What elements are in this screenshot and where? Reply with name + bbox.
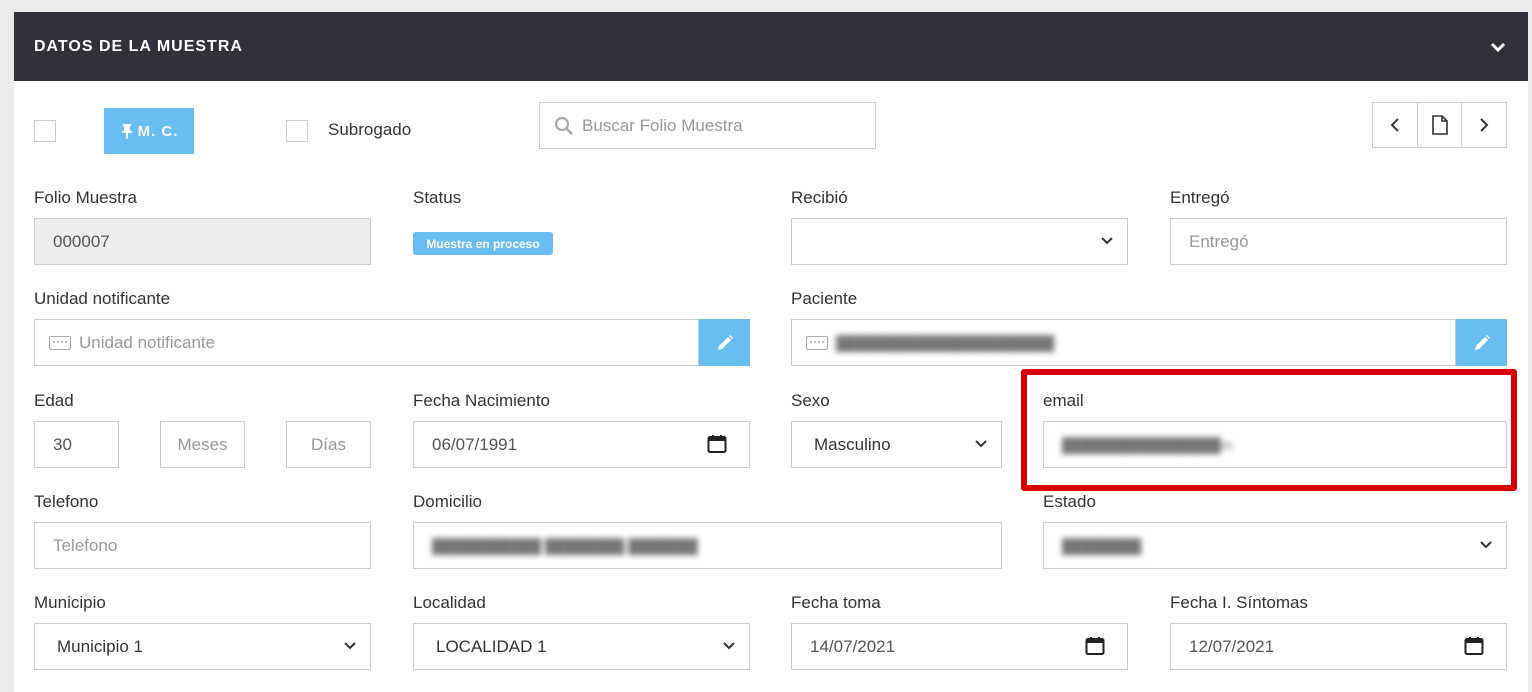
search-icon [554,116,573,135]
fecha-nacimiento-value: 06/07/1991 [432,434,518,454]
fecha-nacimiento-input[interactable]: 06/07/1991 [413,421,750,468]
new-document-button[interactable] [1418,103,1463,147]
chevron-right-icon [1480,118,1489,132]
panel-header[interactable]: DATOS DE LA MUESTRA [14,12,1528,81]
telefono-placeholder: Telefono [53,535,118,555]
subrogado-label: Subrogado [328,120,412,139]
edit-paciente-button[interactable] [1456,319,1507,366]
edad-months-input[interactable]: Meses [160,421,245,468]
pin-icon [121,124,132,139]
folio-field: 000007 [34,218,371,265]
sexo-label: Sexo [791,391,830,410]
pencil-icon [717,334,733,350]
record-navigation [1372,102,1507,148]
domicilio-input[interactable]: ███████████ ████████ ███████ [413,522,1002,569]
municipio-value: Municipio 1 [57,636,143,656]
sexo-select[interactable]: Masculino [791,421,1002,468]
sexo-value: Masculino [814,434,891,454]
domicilio-value: ███████████ ████████ ███████ [432,537,698,554]
folio-value: 000007 [53,231,110,251]
fecha-nacimiento-label: Fecha Nacimiento [413,391,551,410]
chevron-down-icon [1101,237,1113,245]
previous-button[interactable] [1373,103,1418,147]
paciente-value: ██████████████████████ [836,334,1055,351]
recibio-select[interactable] [791,218,1128,265]
telefono-label: Telefono [34,492,99,511]
edad-value: 30 [53,434,72,454]
dias-placeholder: Días [311,434,346,454]
select-checkbox[interactable] [34,120,56,142]
fecha-sintomas-value: 12/07/2021 [1189,636,1275,656]
edad-years-input[interactable]: 30 [34,421,119,468]
folio-label: Folio Muestra [34,188,137,207]
localidad-select[interactable]: LOCALIDAD 1 [413,623,750,670]
meses-placeholder: Meses [177,434,228,454]
chevron-down-icon [344,642,356,650]
calendar-icon[interactable] [707,434,727,454]
pencil-icon [1474,334,1490,350]
localidad-label: Localidad [413,593,486,612]
recibio-label: Recibió [791,188,848,207]
municipio-label: Municipio [34,593,106,612]
fecha-toma-input[interactable]: 14/07/2021 [791,623,1128,670]
mc-label: M. C. [137,122,179,140]
chevron-left-icon [1390,118,1399,132]
keyboard-icon [806,335,828,350]
search-placeholder: Buscar Folio Muestra [582,115,743,135]
fecha-sintomas-input[interactable]: 12/07/2021 [1170,623,1507,670]
search-folio-input[interactable]: Buscar Folio Muestra [539,102,876,149]
edad-days-input[interactable]: Días [286,421,371,468]
fecha-toma-value: 14/07/2021 [810,636,896,656]
entrego-input[interactable]: Entregó [1170,218,1507,265]
calendar-icon[interactable] [1085,636,1105,656]
email-highlight-box [1021,369,1517,491]
estado-select[interactable]: ████████ [1043,522,1507,569]
document-icon [1431,115,1448,135]
estado-value: ████████ [1062,537,1142,554]
chevron-down-icon [975,440,987,448]
subrogado-checkbox[interactable] [286,120,308,142]
next-button[interactable] [1462,103,1506,147]
domicilio-label: Domicilio [413,492,482,511]
entrego-placeholder: Entregó [1189,231,1249,251]
panel-title: DATOS DE LA MUESTRA [34,38,243,55]
paciente-label: Paciente [791,289,858,308]
municipio-select[interactable]: Municipio 1 [34,623,371,670]
chevron-down-icon [723,642,735,650]
chevron-down-icon [1480,541,1492,549]
keyboard-icon [49,335,71,350]
unidad-input[interactable]: Unidad notificante [34,319,699,366]
fecha-sintomas-label: Fecha I. Síntomas [1170,593,1308,612]
entrego-label: Entregó [1170,188,1230,207]
status-badge: Muestra en proceso [413,232,553,255]
chevron-down-icon[interactable] [1490,39,1506,55]
fecha-toma-label: Fecha toma [791,593,881,612]
unidad-placeholder: Unidad notificante [79,332,216,352]
status-label: Status [413,188,462,207]
mc-button[interactable]: M. C. [104,108,194,154]
unidad-label: Unidad notificante [34,289,171,308]
localidad-value: LOCALIDAD 1 [436,636,547,656]
calendar-icon[interactable] [1464,636,1484,656]
edad-label: Edad [34,391,74,410]
paciente-input[interactable]: ██████████████████████ [791,319,1456,366]
telefono-input[interactable]: Telefono [34,522,371,569]
edit-unidad-button[interactable] [699,319,750,366]
estado-label: Estado [1043,492,1096,511]
